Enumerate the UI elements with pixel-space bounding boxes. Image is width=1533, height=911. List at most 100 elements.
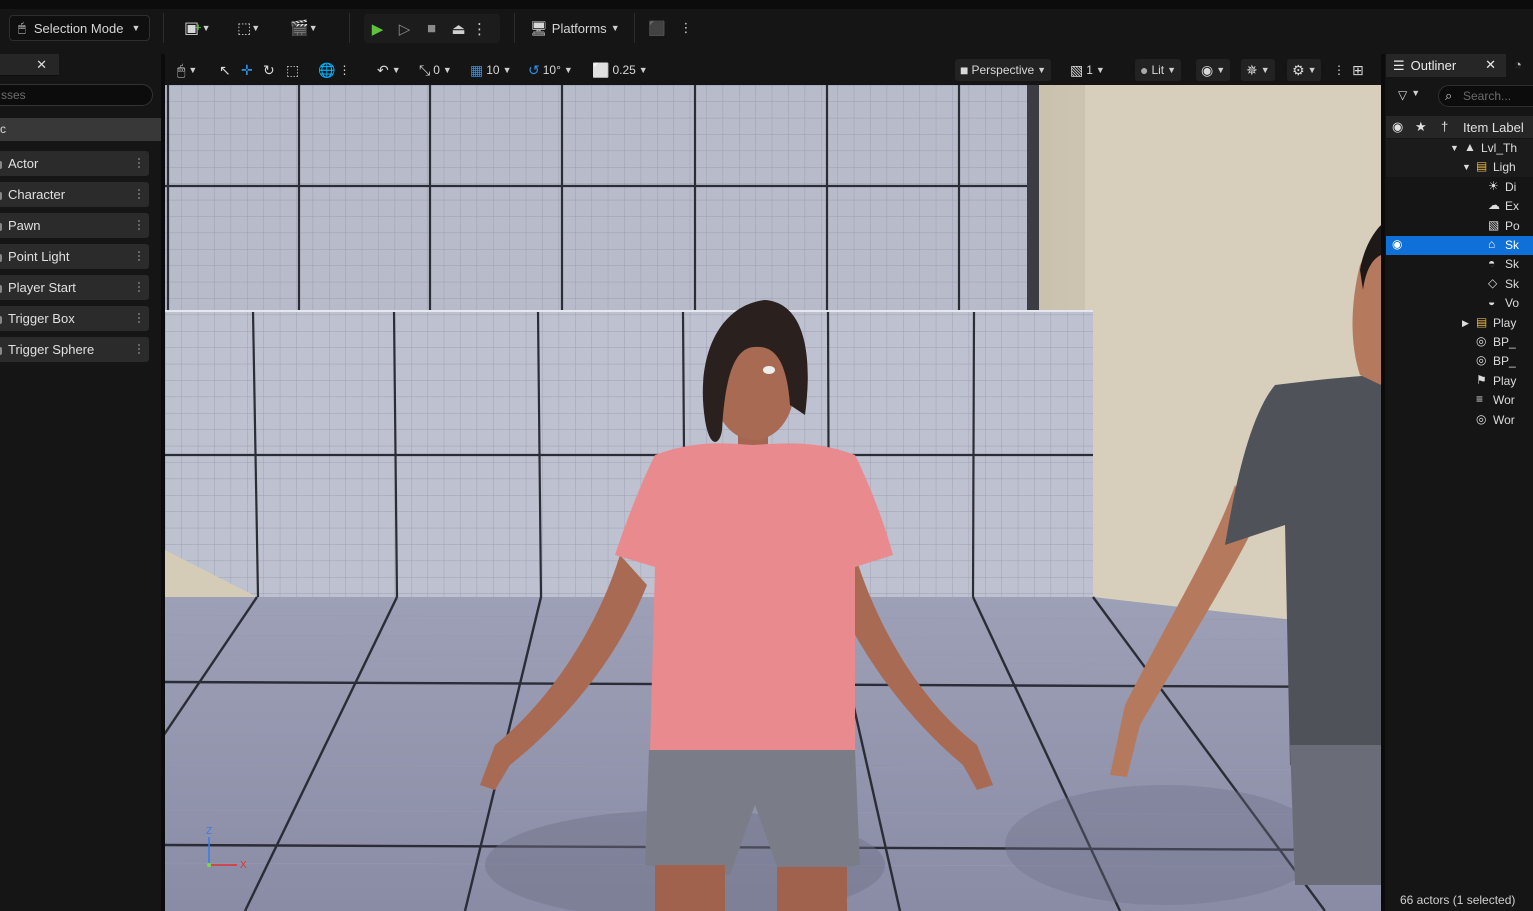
outliner-icon: ☰ (1393, 57, 1405, 73)
list-item-character[interactable]: Character (0, 182, 149, 207)
pawn-icon (0, 223, 2, 231)
outliner-row[interactable]: ◎ BP_ (1386, 333, 1533, 352)
classes-search-input[interactable]: sses (0, 84, 153, 106)
collapse-arrow-icon[interactable]: ▼ (1450, 143, 1459, 153)
outliner-row[interactable]: ☀ Di (1386, 178, 1533, 197)
place-actors-tab[interactable]: ✕ (0, 54, 59, 76)
perspective-dropdown[interactable]: ■ Perspective ▼ (955, 59, 1052, 81)
settings-dropdown[interactable]: ⚙ ▼ (1287, 59, 1322, 81)
more-options-icon[interactable]: ⋮ (679, 20, 692, 36)
lit-dropdown[interactable]: ● Lit ▼ (1135, 59, 1182, 81)
list-item-pawn[interactable]: Pawn (0, 213, 149, 238)
outliner-row[interactable]: ▼ ▲ Lvl_Th (1386, 139, 1533, 158)
list-item-actor[interactable]: Actor (0, 151, 149, 176)
world-settings-icon: ◎ (1476, 411, 1487, 426)
move-arrows-icon: ✛ (241, 61, 253, 78)
drag-handle-icon[interactable] (137, 219, 141, 232)
visibility-column-eye-icon[interactable]: ◉ (1392, 119, 1403, 135)
step-icon[interactable]: ▷ (391, 20, 418, 38)
scale-snap-value: 0.25 (612, 63, 636, 77)
performance-dropdown[interactable]: ✵ ▼ (1241, 59, 1275, 81)
selection-mode-button[interactable]: 🖱 Selection Mode ▼ (9, 15, 150, 41)
search-icon: ⌕ (1445, 88, 1453, 103)
actor-icon (0, 161, 2, 169)
place-actors-panel: ✕ sses c Actor Character Pawn Point Ligh… (0, 54, 161, 911)
outliner-row[interactable]: ◒ Vo (1386, 294, 1533, 313)
drag-handle-icon[interactable] (137, 312, 141, 325)
visibility-eye-icon[interactable]: ◉ (1392, 237, 1402, 251)
world-local-toggle[interactable]: 🌐 ⋮ (318, 59, 350, 81)
list-item-trigger-sphere[interactable]: Trigger Sphere (0, 337, 149, 362)
outliner-row[interactable]: ≡ Wor (1386, 391, 1533, 410)
outliner-row[interactable]: ◇ Sk (1386, 275, 1533, 294)
level-viewport[interactable]: 🖱 ▼ ↖ ✛ ↻ ⬚ 🌐 ⋮ ↶ ▼ ⤡ 0 ▼ ▦ 10 ▼ ↺ 10° ▼ ⬜ 0.25 ▼ ■… (165, 54, 1381, 911)
scale-snap-dropdown[interactable]: ⬜ 0.25 ▼ (592, 59, 648, 81)
unreal-editor-window: 🖱 Selection Mode ▼ ▣ + ▼ ⬚ ▼ 🎬 ▼ ▶ ▷ ■ ⏏ … (0, 0, 1533, 911)
player-start-icon (0, 285, 2, 293)
actor-count-status: 66 actors (1 selected) (1400, 893, 1516, 907)
scale-tool-button[interactable]: ⬚ (286, 59, 299, 81)
platforms-button[interactable]: 🖥 Platforms ▼ (530, 15, 620, 41)
outliner-row[interactable]: ◎ BP_ (1386, 352, 1533, 371)
outliner-row[interactable]: ▧ Po (1386, 217, 1533, 236)
rotation-snap-dropdown[interactable]: ⤡ 0 ▼ (419, 59, 452, 81)
outliner-row[interactable]: ⚑ Play (1386, 372, 1533, 391)
select-mode-icon: 🖱 (177, 61, 186, 78)
item-label-column[interactable]: Item Label (1463, 120, 1524, 135)
play-icon[interactable]: ▶ (364, 20, 391, 38)
add-actor-button[interactable]: ▣ + ▼ (184, 15, 210, 41)
outliner-row[interactable]: ☁ Ex (1386, 197, 1533, 216)
star-column-icon[interactable]: ★ (1415, 119, 1427, 135)
translate-tool-button[interactable]: ✛ (241, 59, 253, 81)
viewport-scene[interactable]: Z X (165, 85, 1381, 911)
drag-handle-icon[interactable] (137, 157, 141, 170)
outliner-row[interactable]: ◓ Sk (1386, 255, 1533, 274)
cinematics-menu-button[interactable]: 🎬 ▼ (290, 15, 318, 41)
grid-snap-dropdown[interactable]: ▦ 10 ▼ (470, 59, 512, 81)
blueprint-menu-button[interactable]: ⬚ ▼ (237, 15, 260, 41)
chevron-down-icon: ▼ (201, 23, 211, 33)
outliner-row[interactable]: ▶ ▤ Play (1386, 314, 1533, 333)
details-tab-icon[interactable]: ◔ (1514, 57, 1522, 72)
outliner-row[interactable]: ▼ ▤ Ligh (1386, 158, 1533, 178)
chevron-down-icon: ▼ (563, 65, 573, 75)
camera-speed-dropdown[interactable]: ▧ 1 ▼ (1070, 59, 1105, 81)
source-control-button[interactable]: ⬛ ⋮ (648, 15, 692, 41)
eject-icon[interactable]: ⏏ (445, 20, 472, 38)
chevron-down-icon: ▼ (391, 65, 401, 75)
toolbar-divider (349, 13, 350, 43)
close-icon[interactable]: ✕ (1485, 57, 1496, 73)
list-item-trigger-box[interactable]: Trigger Box (0, 306, 149, 331)
camera-speed-value: 1 (1086, 63, 1093, 77)
rotate-tool-button[interactable]: ↻ (263, 59, 275, 81)
close-icon[interactable]: ✕ (36, 57, 47, 73)
viewport-more-button[interactable]: ⋮ (1333, 59, 1345, 81)
directional-light-icon: ☀ (1488, 178, 1499, 193)
layout-button[interactable]: ⊞ (1352, 59, 1364, 81)
show-flags-dropdown[interactable]: ◉ ▼ (1196, 59, 1231, 81)
outliner-row[interactable]: ◉ ⌂ Sk (1386, 236, 1533, 255)
more-options-icon[interactable]: ⋮ (338, 63, 350, 77)
stop-icon[interactable]: ■ (418, 20, 445, 37)
pin-column-icon[interactable]: † (1441, 119, 1448, 134)
outliner-tab[interactable]: ☰ Outliner ✕ (1386, 54, 1506, 77)
list-item-label: Pawn (8, 218, 41, 233)
filter-button[interactable]: ▽ ▼ (1398, 88, 1420, 102)
chevron-down-icon: ▼ (502, 65, 512, 75)
category-header[interactable]: c (0, 118, 161, 141)
outliner-row[interactable]: ◎ Wor (1386, 411, 1533, 430)
viewport-options-button[interactable]: 🖱 ▼ (177, 59, 197, 81)
drag-handle-icon[interactable] (137, 281, 141, 294)
collapse-arrow-icon[interactable]: ▼ (1462, 162, 1471, 172)
select-tool-button[interactable]: ↖ (219, 59, 231, 81)
angle-snap-dropdown[interactable]: ↺ 10° ▼ (528, 59, 573, 81)
panel-splitter[interactable] (1381, 54, 1385, 911)
drag-handle-icon[interactable] (137, 188, 141, 201)
list-item-point-light[interactable]: Point Light (0, 244, 149, 269)
more-options-icon[interactable]: ⋮ (472, 20, 487, 38)
drag-handle-icon[interactable] (137, 250, 141, 263)
expand-arrow-icon[interactable]: ▶ (1462, 318, 1469, 329)
list-item-player-start[interactable]: Player Start (0, 275, 149, 300)
drag-handle-icon[interactable] (137, 343, 141, 356)
surface-snap-button[interactable]: ↶ ▼ (377, 59, 401, 81)
